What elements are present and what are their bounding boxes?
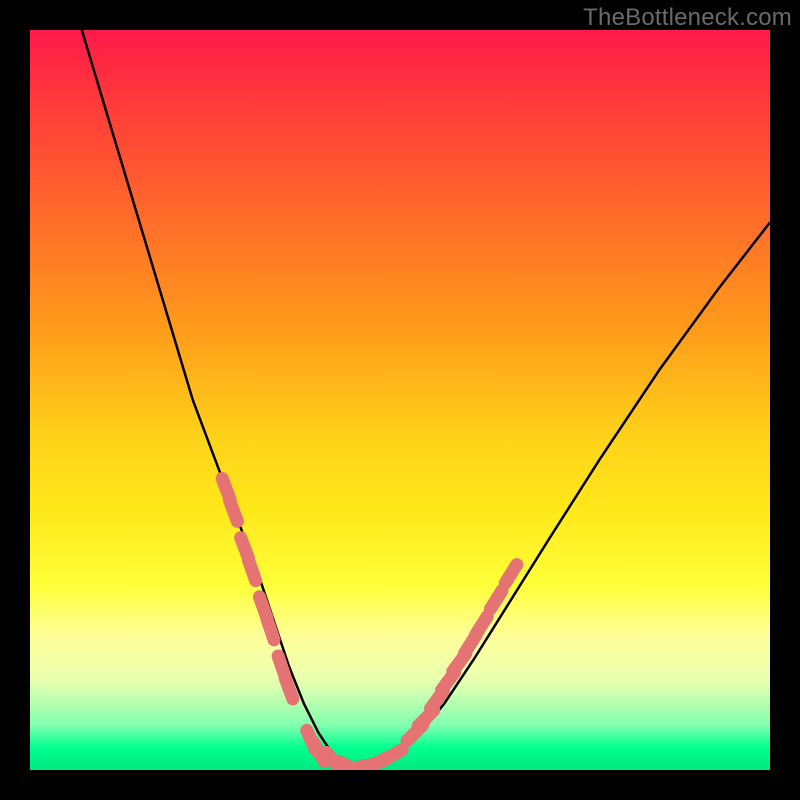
curve-marker: [267, 619, 274, 640]
watermark-text: TheBottleneck.com: [583, 4, 792, 32]
curve-marker: [476, 616, 488, 635]
marker-group: [222, 479, 517, 771]
plot-area: [30, 30, 770, 770]
curve-marker: [490, 591, 502, 610]
bottleneck-curve: [82, 30, 770, 770]
curve-marker: [248, 560, 255, 581]
chart-frame: TheBottleneck.com: [0, 0, 800, 800]
curve-marker: [285, 678, 293, 699]
curve-marker: [230, 501, 238, 522]
chart-svg: [30, 30, 770, 770]
curve-marker: [505, 565, 517, 584]
